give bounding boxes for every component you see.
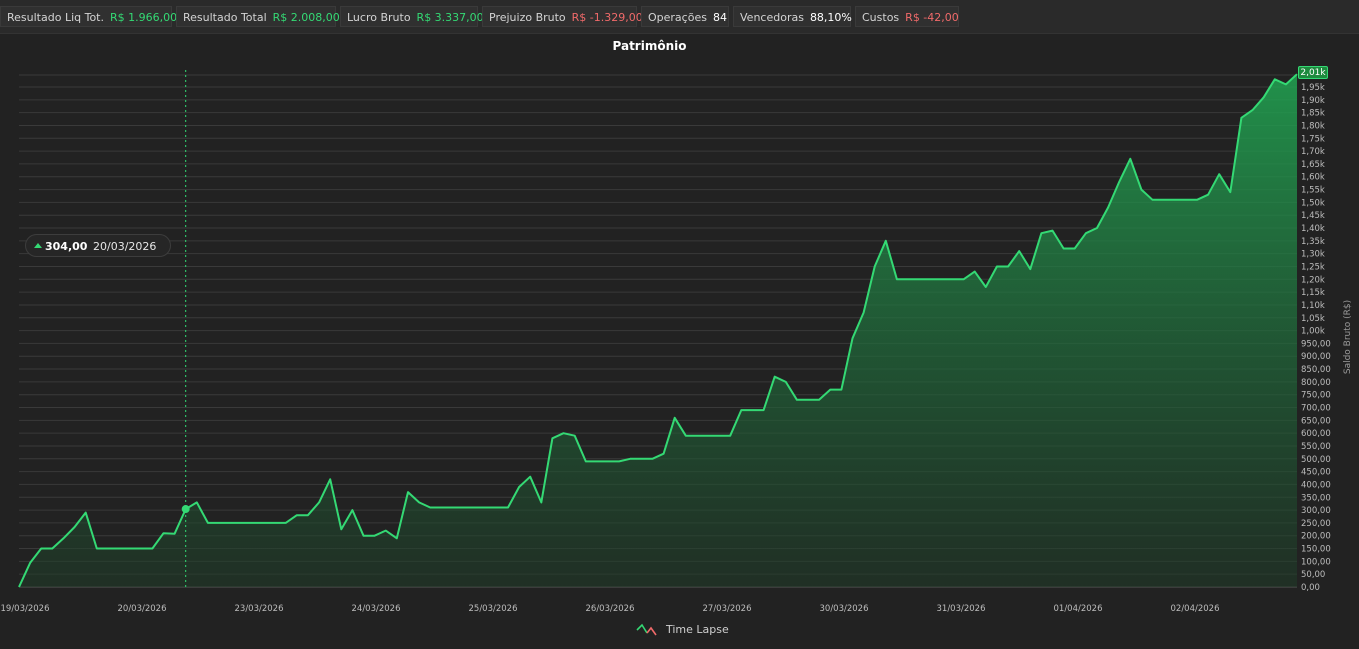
y-tick-label: 1,35k bbox=[1301, 237, 1325, 247]
y-tick-label: 150,00 bbox=[1301, 545, 1331, 555]
y-tick-label: 1,25k bbox=[1301, 262, 1325, 272]
x-tick-label: 24/03/2026 bbox=[352, 604, 401, 614]
y-tick-label: 800,00 bbox=[1301, 378, 1331, 388]
y-tick-label: 100,00 bbox=[1301, 557, 1331, 567]
last-value-badge: 2,01k bbox=[1298, 66, 1328, 79]
y-tick-label: 1,80k bbox=[1301, 121, 1325, 131]
y-tick-label: 450,00 bbox=[1301, 468, 1331, 478]
y-axis: 0,00 50,00 100,00 150,00 200,00 250,00 300,00 3… bbox=[1301, 83, 1331, 593]
y-tick-label: 200,00 bbox=[1301, 532, 1331, 542]
y-tick-label: 1,60k bbox=[1301, 173, 1325, 183]
x-tick-label: 27/03/2026 bbox=[703, 604, 752, 614]
y-tick-label: 950,00 bbox=[1301, 339, 1331, 349]
crosshair-point bbox=[181, 505, 190, 514]
y-tick-label: 0,00 bbox=[1301, 583, 1320, 593]
y-tick-label: 1,15k bbox=[1301, 288, 1325, 298]
y-tick-label: 1,95k bbox=[1301, 83, 1325, 93]
y-tick-label: 1,70k bbox=[1301, 147, 1325, 157]
x-tick-label: 31/03/2026 bbox=[937, 604, 986, 614]
y-tick-label: 1,65k bbox=[1301, 160, 1325, 170]
y-tick-label: 1,20k bbox=[1301, 275, 1325, 285]
up-triangle-icon bbox=[34, 243, 42, 248]
tooltip-date: 20/03/2026 bbox=[93, 240, 157, 253]
y-tick-label: 750,00 bbox=[1301, 391, 1331, 401]
y-tick-label: 550,00 bbox=[1301, 442, 1331, 452]
y-tick-label: 250,00 bbox=[1301, 519, 1331, 529]
x-tick-label: 20/03/2026 bbox=[118, 604, 167, 614]
line-chart-icon bbox=[636, 623, 657, 636]
y-tick-label: 1,55k bbox=[1301, 186, 1325, 196]
y-tick-label: 300,00 bbox=[1301, 506, 1331, 516]
x-tick-label: 26/03/2026 bbox=[586, 604, 635, 614]
y-axis-label: Saldo Bruto (R$) bbox=[1343, 299, 1353, 375]
x-tick-label: 25/03/2026 bbox=[469, 604, 518, 614]
legend-label: Time Lapse bbox=[666, 623, 729, 636]
x-tick-label: 19/03/2026 bbox=[1, 604, 50, 614]
x-tick-label: 30/03/2026 bbox=[820, 604, 869, 614]
y-tick-label: 1,40k bbox=[1301, 224, 1325, 234]
y-tick-label: 50,00 bbox=[1301, 570, 1325, 580]
y-tick-label: 700,00 bbox=[1301, 404, 1331, 414]
y-tick-label: 900,00 bbox=[1301, 352, 1331, 362]
tooltip-value: 304,00 bbox=[45, 240, 88, 253]
y-tick-label: 1,00k bbox=[1301, 327, 1325, 337]
y-tick-label: 1,10k bbox=[1301, 301, 1325, 311]
x-tick-label: 23/03/2026 bbox=[235, 604, 284, 614]
x-tick-label: 02/04/2026 bbox=[1171, 604, 1220, 614]
y-tick-label: 1,85k bbox=[1301, 109, 1325, 119]
x-tick-label: 01/04/2026 bbox=[1054, 604, 1103, 614]
equity-chart[interactable]: 0,00 50,00 100,00 150,00 200,00 250,00 300,00 3… bbox=[0, 0, 1359, 649]
y-tick-label: 1,30k bbox=[1301, 250, 1325, 260]
y-tick-label: 500,00 bbox=[1301, 455, 1331, 465]
y-tick-label: 1,05k bbox=[1301, 314, 1325, 324]
y-tick-label: 1,90k bbox=[1301, 96, 1325, 106]
y-tick-label: 850,00 bbox=[1301, 365, 1331, 375]
y-tick-label: 650,00 bbox=[1301, 416, 1331, 426]
x-axis: 19/03/2026 20/03/2026 23/03/2026 24/03/2026… bbox=[1, 604, 1220, 614]
y-tick-label: 350,00 bbox=[1301, 493, 1331, 503]
y-tick-label: 1,75k bbox=[1301, 134, 1325, 144]
crosshair-tooltip: 304,00 20/03/2026 bbox=[25, 234, 171, 257]
y-tick-label: 400,00 bbox=[1301, 480, 1331, 490]
y-tick-label: 1,45k bbox=[1301, 211, 1325, 221]
y-tick-label: 1,50k bbox=[1301, 198, 1325, 208]
y-tick-label: 600,00 bbox=[1301, 429, 1331, 439]
